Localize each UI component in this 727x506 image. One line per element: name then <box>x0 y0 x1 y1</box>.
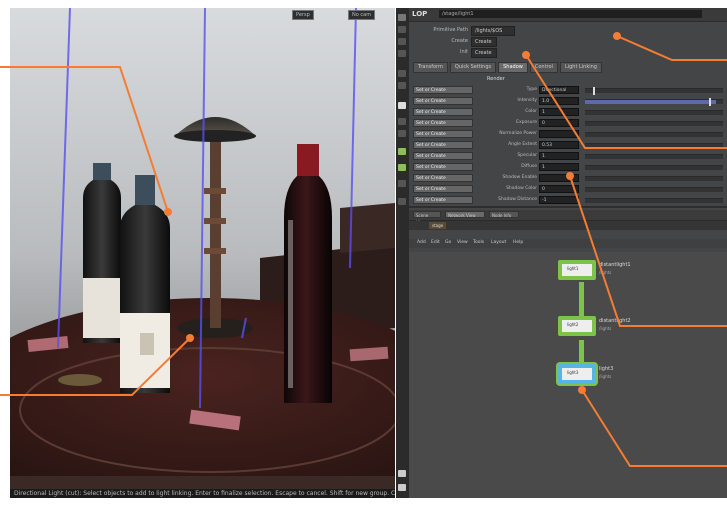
callout-dot <box>578 386 586 394</box>
callout-line <box>0 337 191 396</box>
callout-line <box>0 66 169 213</box>
callout-dot <box>164 208 172 216</box>
callout-line <box>581 389 727 467</box>
callout-dot <box>522 51 530 59</box>
callout-line <box>616 35 727 61</box>
callout-line <box>569 175 727 327</box>
callout-dot <box>613 32 621 40</box>
annotation-overlay <box>0 32 727 467</box>
callout-line <box>525 54 727 149</box>
callout-dot <box>186 334 194 342</box>
callout-dot <box>566 172 574 180</box>
